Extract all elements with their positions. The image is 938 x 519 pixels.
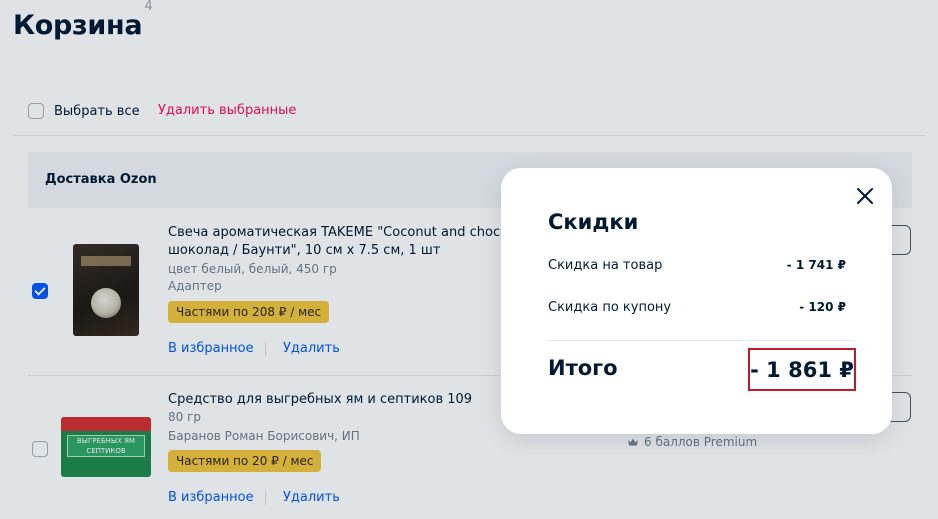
discounts-modal: Скидки Скидка на товар - 1 741 ₽ Скидка … bbox=[501, 168, 892, 434]
cart-page: Корзина4 Выбрать все Удалить выбранные Д… bbox=[0, 0, 938, 519]
total-value-highlight: - 1 861 ₽ bbox=[748, 348, 856, 391]
discount-label: Скидка на товар bbox=[548, 257, 663, 273]
total-value: - 1 861 ₽ bbox=[750, 357, 854, 382]
total-label: Итого bbox=[548, 356, 618, 380]
modal-divider bbox=[548, 340, 855, 341]
modal-title: Скидки bbox=[548, 210, 639, 234]
close-icon bbox=[857, 188, 873, 204]
discount-row-product: Скидка на товар - 1 741 ₽ bbox=[548, 256, 846, 274]
close-button[interactable] bbox=[854, 185, 876, 207]
discount-label: Скидка по купону bbox=[548, 299, 672, 315]
discount-value: - 1 741 ₽ bbox=[786, 258, 846, 272]
discount-value: - 120 ₽ bbox=[799, 300, 846, 314]
discount-row-coupon: Скидка по купону - 120 ₽ bbox=[548, 298, 846, 316]
